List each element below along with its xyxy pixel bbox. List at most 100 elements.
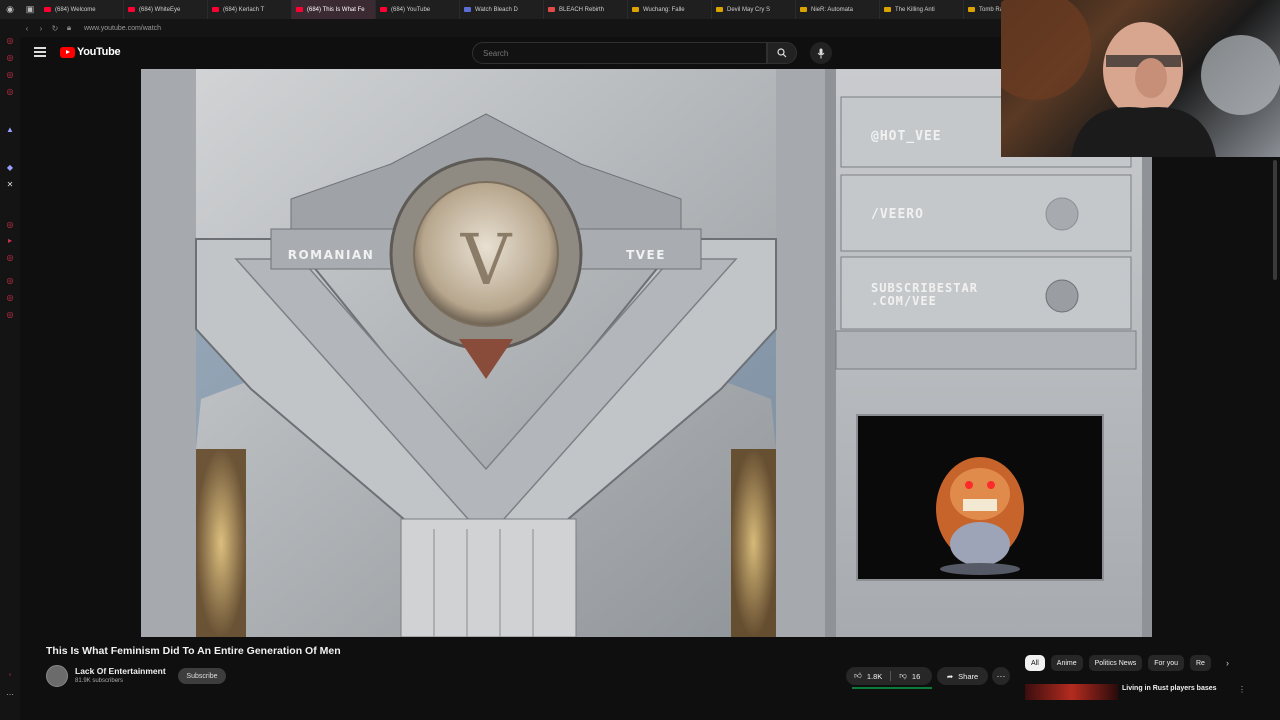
search-button[interactable] — [767, 42, 797, 64]
tab-favicon-icon — [296, 7, 303, 12]
subscribestar-icon — [1045, 279, 1079, 313]
like-dislike-bar: 👍︎ 1.8K 👎︎ 16 — [846, 667, 932, 685]
sidebar-app-icon[interactable]: ◦ — [5, 671, 15, 679]
browser-tab[interactable]: Devil May Cry S — [712, 0, 796, 19]
more-actions-button[interactable]: ⋯ — [992, 667, 1010, 685]
like-count: 1.8K — [866, 671, 883, 681]
filter-chip[interactable]: Re — [1189, 655, 1211, 671]
filter-chip[interactable]: All — [1025, 655, 1045, 671]
youtube-logo-text: YouTube — [77, 46, 121, 58]
channel-name[interactable]: Lack Of Entertainment — [75, 666, 166, 676]
tab-favicon-icon — [884, 7, 891, 12]
menu-icon[interactable] — [34, 47, 46, 57]
sidebar-app-icon[interactable]: ▸ — [5, 237, 15, 245]
sidebar-app-icon[interactable]: ◎ — [5, 254, 15, 262]
sidebar-app-icon[interactable]: ◎ — [5, 71, 15, 79]
tab-label: The Killing Anti — [895, 6, 935, 13]
browser-tab[interactable]: NieR: Automata — [796, 0, 880, 19]
browser-tab[interactable]: The Killing Anti — [880, 0, 964, 19]
screen: ◉ ▣ (684) Welcome (684) WhiteEye (684) Ker… — [0, 0, 1280, 720]
tab-favicon-icon — [632, 7, 639, 12]
tab-favicon-icon — [44, 7, 51, 12]
webcam-overlay — [1001, 0, 1280, 157]
browser-tab[interactable]: Watch Bleach D — [460, 0, 544, 19]
sidebar-more-icon[interactable]: ⋯ — [5, 691, 15, 699]
back-icon[interactable]: ‹ — [20, 24, 34, 33]
channel-avatar[interactable] — [46, 665, 68, 687]
tab-favicon-icon — [800, 7, 807, 12]
sidebar-app-icon[interactable]: ◎ — [5, 88, 15, 96]
tab-label: Wuchang: Falle — [643, 6, 685, 13]
tab-favicon-icon — [380, 7, 387, 12]
tab-label: (684) Welcome — [55, 6, 96, 13]
page-scrollbar[interactable] — [1273, 160, 1277, 280]
overlay-left-text: ROMANIAN — [288, 248, 375, 262]
subscriber-count: 81.9K subscribers — [75, 678, 124, 684]
filter-chips: All Anime Politics News For you Re — [1025, 655, 1217, 672]
chevron-right-icon[interactable]: › — [1226, 658, 1229, 668]
search-icon — [777, 48, 787, 58]
sidebar-app-icon[interactable]: ▲ — [5, 126, 15, 134]
sidebar-app-icon[interactable]: ◎ — [5, 221, 15, 229]
recommendation-title[interactable]: Living in Rust players bases — [1122, 685, 1217, 692]
filter-chip[interactable]: Anime — [1050, 655, 1083, 671]
tab-favicon-icon — [212, 7, 219, 12]
sidebar-app-icon[interactable]: ◎ — [5, 294, 15, 302]
sidebar-app-icon[interactable]: ◆ — [5, 164, 15, 172]
tab-favicon-icon — [716, 7, 723, 12]
voice-search-button[interactable] — [810, 42, 832, 64]
thumbs-down-icon: 👎︎ — [899, 671, 907, 680]
sidebar-app-icon[interactable]: ◎ — [5, 54, 15, 62]
tab-favicon-icon — [128, 7, 135, 12]
subscribestar-line1-text: SUBSCRIBESTAR — [871, 281, 978, 295]
url-text[interactable]: www.youtube.com/watch — [84, 25, 161, 32]
search-input[interactable]: Search — [472, 42, 767, 64]
filter-chip[interactable]: For you — [1148, 655, 1184, 671]
reload-icon[interactable]: ↻ — [48, 24, 62, 33]
thumbs-up-icon: 👍︎ — [854, 671, 862, 680]
x-app-icon[interactable]: ✕ — [5, 181, 15, 189]
video-title: This Is What Feminism Did To An Entire G… — [46, 645, 341, 657]
recommendation-menu-icon[interactable]: ⋮ — [1238, 685, 1246, 694]
subscribe-button[interactable]: Subscribe — [178, 668, 226, 684]
share-label: Share — [958, 671, 979, 681]
youtube-play-icon — [60, 46, 75, 58]
streamer-webcam-image — [1001, 0, 1280, 157]
tab-label: (684) WhiteEye — [139, 6, 181, 13]
sidebar-app-icon[interactable]: ◎ — [5, 277, 15, 285]
browser-tab[interactable]: (684) This Is What Fe — [292, 0, 376, 19]
tab-favicon-icon — [464, 7, 471, 12]
tab-label: (684) This Is What Fe — [307, 6, 365, 13]
hot-handle-text: @HOT_VEE — [871, 129, 942, 144]
filter-chip[interactable]: Politics News — [1088, 655, 1143, 671]
tab-label: BLEACH Rebirth — [559, 6, 605, 13]
twitter-bird-icon — [1045, 197, 1079, 231]
dislike-count: 16 — [911, 671, 921, 681]
browser-tab[interactable]: (684) YouTube — [376, 0, 460, 19]
tab-favicon-icon — [548, 7, 555, 12]
sidebar-app-icon[interactable]: ◎ — [5, 37, 15, 45]
browser-sidebar: ◎ ◎ ◎ ◎ ▲ ◆ ✕ ◎ ▸ ◎ ◎ ◎ ◎ ◦ ⋯ — [0, 19, 20, 720]
share-icon: ➦ — [946, 671, 954, 681]
share-button[interactable]: ➦ Share — [937, 667, 988, 685]
sidebar-app-icon[interactable]: ◎ — [5, 311, 15, 319]
dislike-button[interactable]: 👎︎ 16 — [891, 667, 928, 685]
tab-label: Devil May Cry S — [727, 6, 771, 13]
twitter-handle-text: /VEERO — [871, 207, 924, 222]
tab-label: Watch Bleach D — [475, 6, 518, 13]
lock-icon: 🔒︎ — [66, 23, 72, 32]
tab-label: (684) Kerlach T — [223, 6, 265, 13]
browser-menu-icon[interactable]: ◉ — [0, 0, 20, 19]
like-ratio-bar — [852, 687, 932, 689]
browser-tab[interactable]: (684) WhiteEye — [124, 0, 208, 19]
browser-tab[interactable]: (684) Welcome — [40, 0, 124, 19]
browser-tab[interactable]: (684) Kerlach T — [208, 0, 292, 19]
browser-tab[interactable]: BLEACH Rebirth — [544, 0, 628, 19]
browser-tab[interactable]: Wuchang: Falle — [628, 0, 712, 19]
like-button[interactable]: 👍︎ 1.8K — [846, 667, 890, 685]
forward-icon[interactable]: › — [34, 24, 48, 33]
youtube-logo[interactable]: YouTube — [60, 46, 121, 58]
tab-list-icon[interactable]: ▣ — [20, 0, 40, 19]
svg-text:V: V — [460, 219, 513, 301]
recommendation-thumbnail[interactable] — [1025, 684, 1118, 700]
